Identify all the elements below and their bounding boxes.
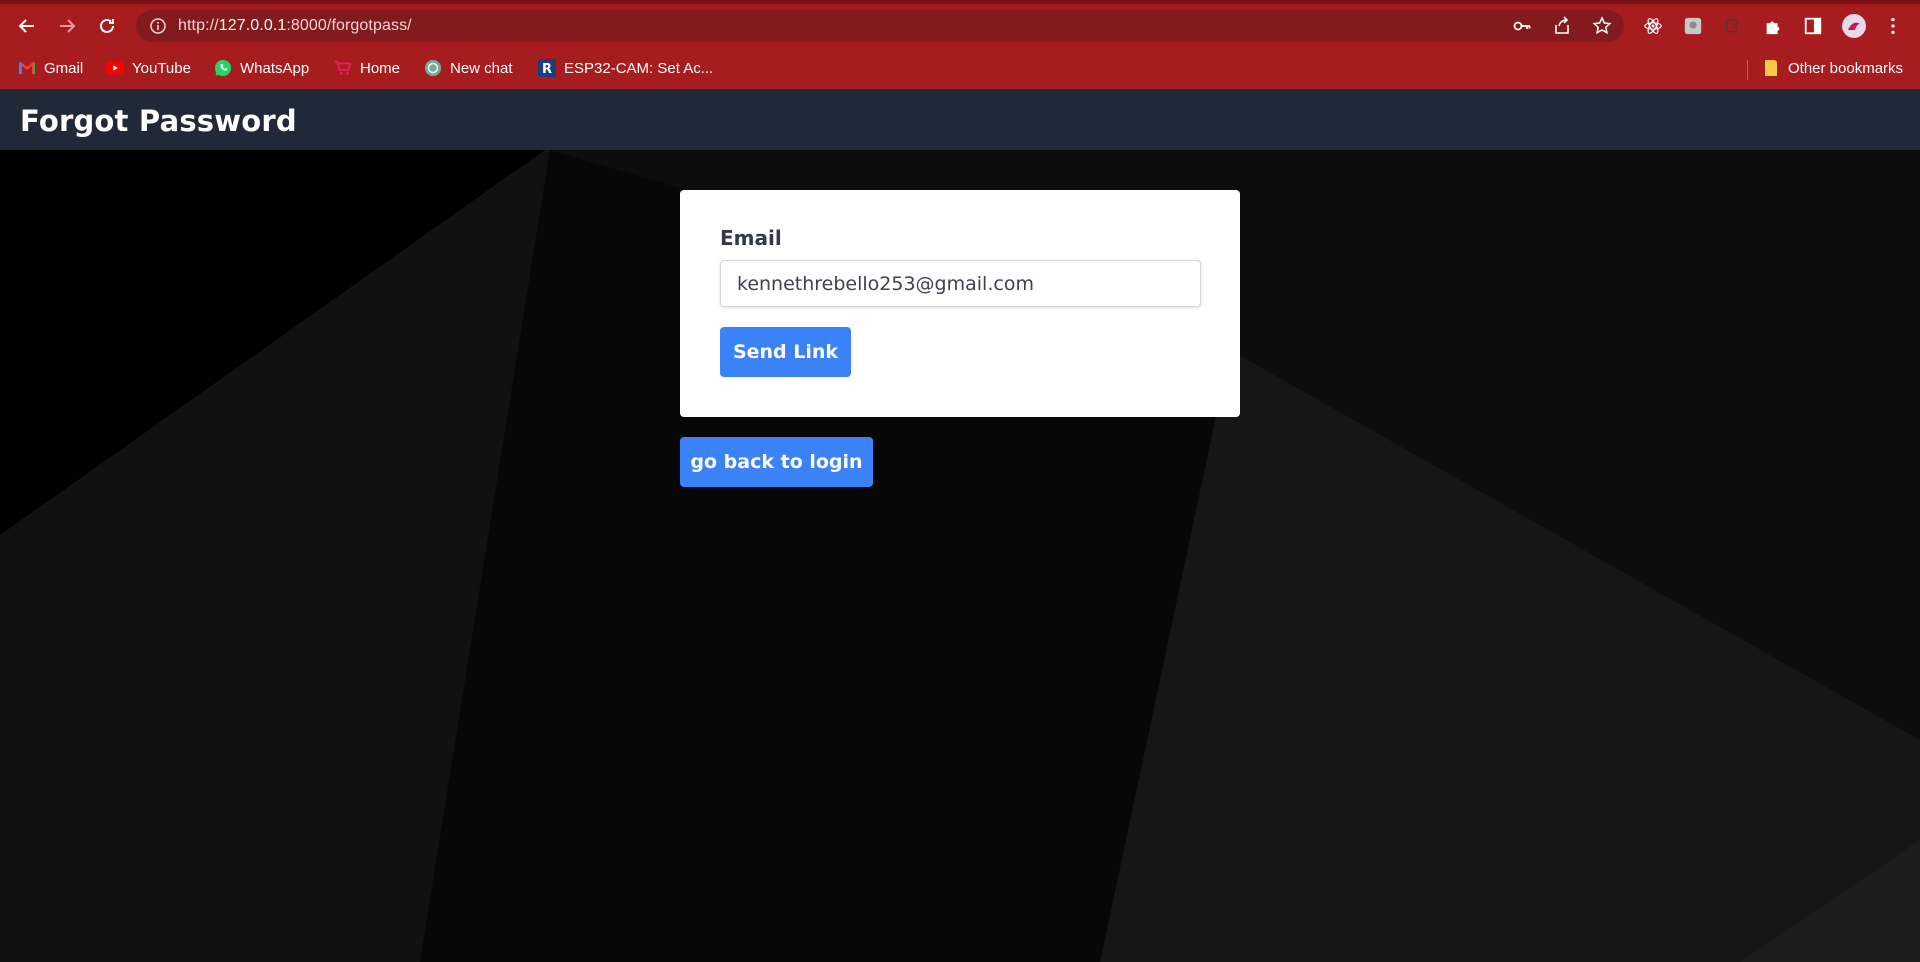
email-field[interactable] [720,260,1201,307]
gmail-icon [18,59,36,77]
chatgpt-icon [424,59,442,77]
url-text: http://127.0.0.1:8000/forgotpass/ [178,17,412,34]
forgot-password-card: Email Send Link [680,190,1240,417]
menu-kebab-icon[interactable] [1882,15,1904,37]
reload-icon[interactable] [94,13,120,39]
extension-edit-icon[interactable] [1722,15,1744,37]
bookmark-esp32[interactable]: R ESP32-CAM: Set Ac... [538,57,713,79]
address-bar[interactable]: http://127.0.0.1:8000/forgotpass/ [136,10,1624,42]
bookmark-whatsapp[interactable]: WhatsApp [214,57,309,79]
main-content: Email Send Link go back to login [0,150,1920,962]
profile-avatar-icon[interactable] [1841,13,1867,39]
r-icon: R [538,59,556,77]
youtube-icon [106,59,124,77]
site-info-icon[interactable] [149,17,167,35]
send-link-button[interactable]: Send Link [720,327,851,377]
bookmark-label: Home [360,59,401,77]
bookmark-label: YouTube [132,59,191,77]
back-arrow-icon[interactable] [14,13,40,39]
bookmark-home[interactable]: Home [334,57,400,79]
svg-text:R: R [542,62,552,77]
forward-arrow-icon[interactable] [54,13,80,39]
email-label: Email [720,226,782,250]
bookmark-new-chat[interactable]: New chat [424,57,513,79]
side-panel-icon[interactable] [1802,15,1824,37]
page-title: Forgot Password [20,104,297,138]
whatsapp-icon [214,59,232,77]
extensions-puzzle-icon[interactable] [1762,15,1784,37]
bookmark-label: WhatsApp [240,59,310,77]
bookmark-label: New chat [450,59,513,77]
key-icon[interactable] [1512,16,1532,36]
extension-photo-icon[interactable] [1682,15,1704,37]
bookmark-label: ESP32-CAM: Set Ac... [564,59,714,77]
share-icon[interactable] [1552,16,1572,36]
bookmark-gmail[interactable]: Gmail [18,57,83,79]
back-to-login-button[interactable]: go back to login [680,437,873,487]
folder-icon [1762,59,1780,77]
bookmark-other-folder[interactable]: Other bookmarks [1762,57,1903,79]
star-icon[interactable] [1592,16,1612,36]
browser-chrome: http://127.0.0.1:8000/forgotpass/ Gmail … [0,0,1920,89]
app-header: Forgot Password [0,89,1920,150]
bookmarks-bar: Gmail YouTube WhatsApp Home New chat R E… [0,52,1920,82]
bookmarks-divider [1747,60,1748,80]
bookmark-label: Gmail [44,59,84,77]
bookmark-youtube[interactable]: YouTube [106,57,191,79]
bookmark-label: Other bookmarks [1788,59,1904,77]
cart-icon [334,59,352,77]
browser-toolbar: http://127.0.0.1:8000/forgotpass/ [0,4,1920,48]
react-devtools-icon[interactable] [1642,15,1664,37]
